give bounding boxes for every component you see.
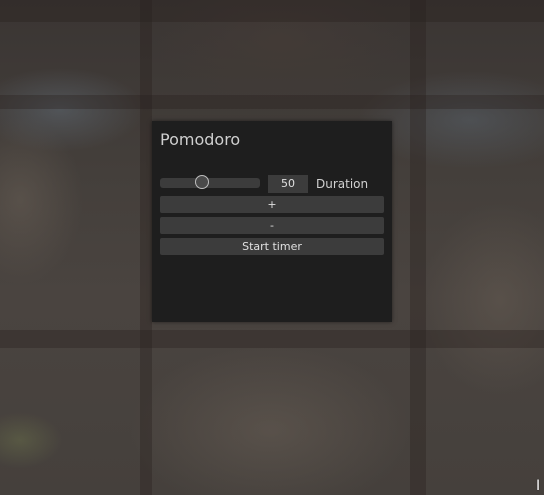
decrement-button[interactable]: - [160, 217, 384, 234]
increment-button[interactable]: + [160, 196, 384, 213]
duration-slider[interactable] [160, 175, 260, 189]
duration-value-field[interactable]: 50 [268, 175, 308, 193]
duration-slider-handle[interactable] [195, 175, 209, 189]
text-cursor-icon: I [536, 478, 541, 494]
start-timer-button[interactable]: Start timer [160, 238, 384, 255]
pomodoro-window: Pomodoro 50 Duration + - Start timer [152, 121, 392, 322]
duration-label: Duration [316, 177, 369, 191]
window-title: Pomodoro [160, 130, 241, 149]
